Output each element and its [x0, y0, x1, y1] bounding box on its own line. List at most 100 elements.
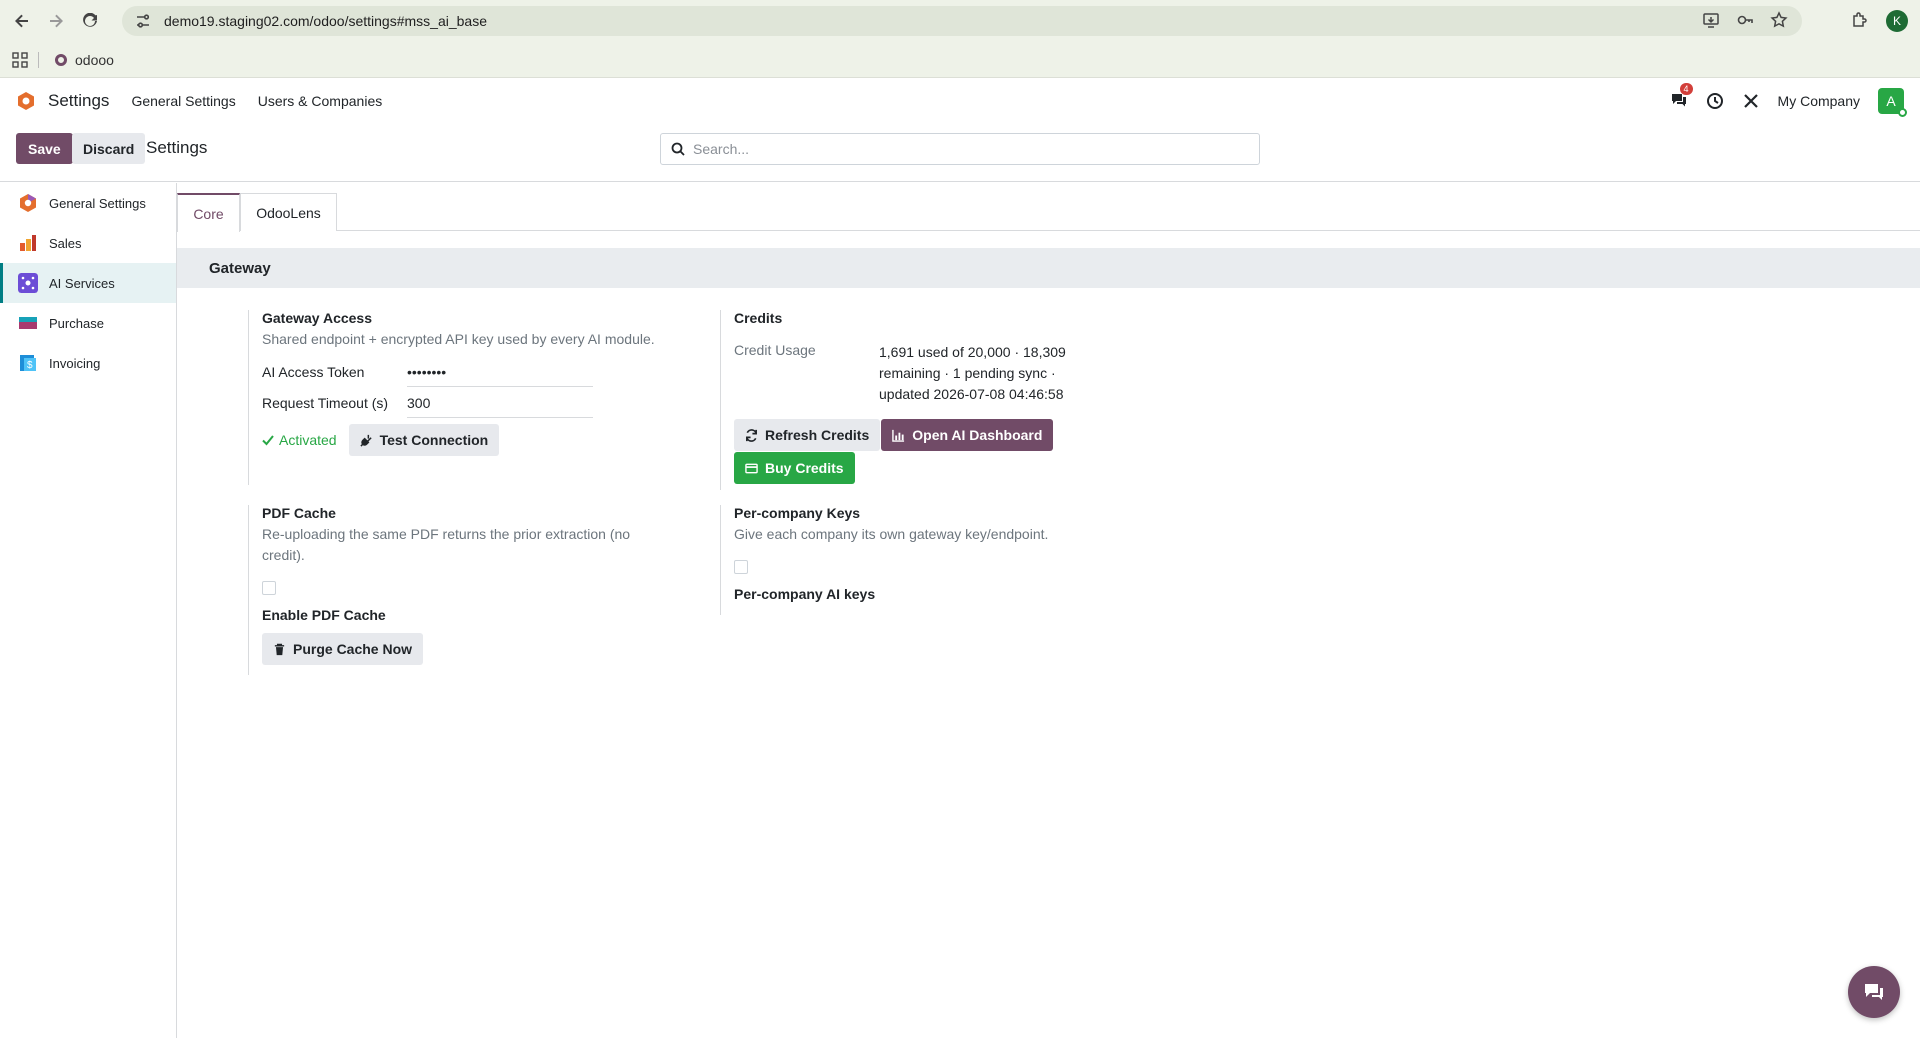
search-bar[interactable] — [660, 133, 1260, 165]
setting-description: Give each company its own gateway key/en… — [734, 526, 1049, 542]
per-company-keys-checkbox[interactable] — [734, 560, 748, 574]
trash-icon — [274, 643, 285, 655]
setting-title: Gateway Access — [262, 310, 372, 326]
sidebar-item-general-settings[interactable]: General Settings — [0, 183, 176, 223]
ai-sparkle-icon — [18, 273, 38, 293]
browser-toolbar: demo19.staging02.com/odoo/settings#mss_a… — [0, 0, 1920, 42]
menu-general-settings[interactable]: General Settings — [131, 93, 235, 109]
button-label: Purge Cache Now — [293, 641, 413, 657]
open-ai-dashboard-button[interactable]: Open AI Dashboard — [881, 419, 1054, 451]
apps-grid-icon[interactable] — [12, 51, 28, 68]
settings-app-icon[interactable] — [16, 91, 36, 111]
gateway-access-setting: Gateway Access Shared endpoint + encrypt… — [248, 310, 708, 485]
activated-status: Activated — [262, 432, 337, 448]
url-text: demo19.staging02.com/odoo/settings#mss_a… — [164, 13, 487, 29]
per-company-keys-setting: Per-company Keys Give each company its o… — [720, 505, 1180, 615]
plug-icon — [359, 434, 372, 447]
status-text: Activated — [279, 432, 337, 448]
page-title: Settings — [146, 138, 208, 157]
check-icon — [262, 435, 274, 446]
sidebar-item-invoicing[interactable]: $ Invoicing — [0, 343, 176, 383]
buy-credits-button[interactable]: Buy Credits — [734, 452, 855, 484]
odoo-circle-icon — [55, 53, 67, 66]
company-switcher[interactable]: My Company — [1778, 93, 1860, 109]
settings-sidebar: General Settings Sales AI Services Purch… — [0, 183, 177, 1038]
sales-chart-icon — [20, 235, 36, 251]
online-status-icon — [1898, 108, 1907, 117]
test-connection-button[interactable]: Test Connection — [348, 424, 500, 456]
address-bar[interactable]: demo19.staging02.com/odoo/settings#mss_a… — [122, 6, 1802, 36]
button-label: Test Connection — [379, 432, 489, 448]
sidebar-item-sales[interactable]: Sales — [0, 223, 176, 263]
sidebar-item-ai-services[interactable]: AI Services — [0, 263, 176, 303]
settings-tabs: Core OdooLens — [177, 193, 1920, 232]
setting-description: Shared endpoint + encrypted API key used… — [262, 331, 655, 347]
button-label: Refresh Credits — [765, 427, 870, 443]
sidebar-item-label: Sales — [49, 235, 82, 251]
bookmarks-bar: odooo — [0, 42, 1920, 78]
sidebar-item-label: Purchase — [49, 315, 104, 331]
sidebar-item-purchase[interactable]: Purchase — [0, 303, 176, 343]
button-label: Buy Credits — [765, 460, 844, 476]
extensions-icon[interactable] — [1850, 10, 1870, 30]
svg-text:$: $ — [27, 360, 33, 371]
refresh-icon — [746, 428, 757, 442]
invoice-icon: $ — [20, 355, 36, 371]
sidebar-item-label: AI Services — [49, 275, 115, 291]
chat-bubbles-icon — [1865, 984, 1883, 1000]
control-panel: Save Discard Settings — [0, 124, 1920, 182]
menu-users-companies[interactable]: Users & Companies — [258, 93, 383, 109]
profile-avatar[interactable]: K — [1886, 10, 1908, 32]
user-avatar[interactable]: A — [1878, 88, 1907, 117]
bookmark-label: odooo — [75, 51, 114, 68]
sidebar-item-label: Invoicing — [49, 355, 101, 371]
forward-icon[interactable] — [44, 9, 68, 33]
enable-pdf-cache-checkbox[interactable] — [262, 581, 276, 595]
bookmark-odooo[interactable]: odooo — [55, 52, 114, 68]
pdf-cache-setting: PDF Cache Re-uploading the same PDF retu… — [248, 505, 708, 675]
bookmark-divider — [38, 51, 39, 68]
tab-odoolens[interactable]: OdooLens — [240, 193, 337, 231]
access-token-field[interactable]: •••••••• — [407, 362, 593, 387]
credit-usage-value: 1,691 used of 20,000 · 18,309 remaining … — [879, 344, 1066, 402]
discard-button[interactable]: Discard — [72, 133, 146, 164]
odoo-settings-icon — [20, 194, 36, 212]
messaging-menu[interactable]: 4 — [1670, 82, 1693, 112]
bookmark-star-icon[interactable] — [1770, 11, 1788, 29]
setting-title: PDF Cache — [262, 505, 336, 521]
sidebar-item-label: General Settings — [49, 195, 146, 211]
purchase-card-icon — [19, 317, 37, 329]
token-label: AI Access Token — [262, 364, 365, 380]
timeout-label: Request Timeout (s) — [262, 395, 389, 411]
odoo-navbar: Settings General Settings Users & Compan… — [0, 79, 1920, 123]
checkbox-label: Per-company AI keys — [734, 586, 876, 602]
setting-title: Credits — [734, 310, 783, 326]
tools-debug-icon[interactable] — [1742, 92, 1760, 110]
install-app-icon[interactable] — [1702, 11, 1720, 29]
save-button[interactable]: Save — [16, 133, 73, 164]
timeout-field[interactable]: 300 — [407, 393, 593, 418]
refresh-credits-button[interactable]: Refresh Credits — [734, 419, 881, 451]
button-label: Open AI Dashboard — [912, 427, 1043, 443]
chat-badge: 4 — [1679, 82, 1693, 95]
tab-core[interactable]: Core — [177, 193, 240, 232]
section-gateway-header: Gateway — [177, 248, 1920, 288]
password-key-icon[interactable] — [1736, 11, 1754, 29]
avatar-initial: A — [1886, 93, 1896, 109]
livechat-button[interactable] — [1848, 966, 1900, 1018]
section-title: Gateway — [209, 259, 271, 277]
site-settings-icon[interactable] — [134, 12, 152, 30]
setting-description: Re-uploading the same PDF returns the pr… — [262, 526, 631, 563]
reload-icon[interactable] — [78, 9, 102, 33]
back-icon[interactable] — [10, 9, 34, 33]
credit-usage-label: Credit Usage — [734, 342, 816, 358]
credit-card-icon — [745, 463, 758, 473]
setting-title: Per-company Keys — [734, 505, 861, 521]
checkbox-label: Enable PDF Cache — [262, 607, 386, 623]
clock-activity-icon[interactable] — [1706, 92, 1724, 110]
app-name[interactable]: Settings — [48, 91, 109, 111]
search-input[interactable] — [693, 141, 1233, 157]
search-icon — [671, 142, 685, 156]
purge-cache-button[interactable]: Purge Cache Now — [262, 633, 424, 665]
credits-setting: Credits Credit Usage 1,691 used of 20,00… — [720, 310, 1180, 490]
